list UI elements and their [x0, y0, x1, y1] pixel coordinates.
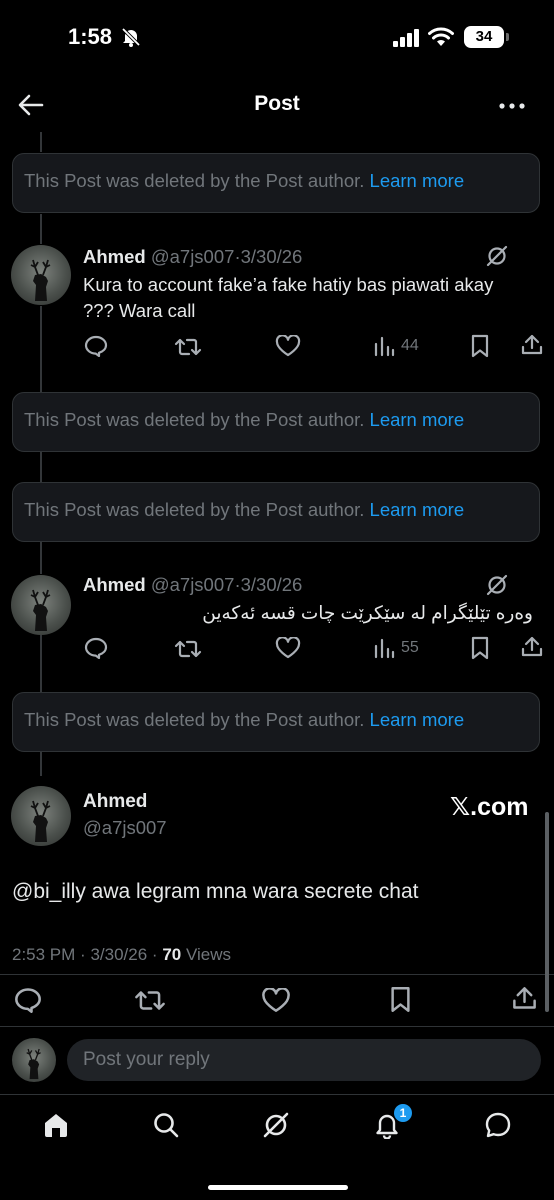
deer-silhouette-icon: [30, 259, 51, 301]
thread-line: [40, 214, 42, 244]
signal-icon: [393, 29, 421, 47]
grok-icon[interactable]: [485, 573, 509, 597]
x-com-watermark: 𝕏.com: [450, 793, 529, 821]
like-icon[interactable]: [261, 988, 291, 1013]
learn-more-link[interactable]: Learn more: [370, 499, 465, 520]
author-handle[interactable]: @a7js007: [151, 246, 235, 267]
reply-placeholder: Post your reply: [83, 1049, 210, 1070]
thread-line: [40, 634, 42, 694]
wifi-icon: [428, 27, 454, 47]
thread-line: [40, 542, 42, 574]
reply-text: وەرە تێلێگرام لە سێکرێت چات قسە ئەکەین: [202, 602, 533, 623]
share-icon[interactable]: [511, 985, 538, 1012]
repost-icon[interactable]: [174, 638, 202, 660]
author-handle[interactable]: @a7js007: [151, 574, 235, 595]
bookmark-icon[interactable]: [470, 636, 490, 660]
reply-input[interactable]: Post your reply: [67, 1039, 541, 1081]
author-name[interactable]: Ahmed: [83, 246, 146, 267]
home-icon[interactable]: [42, 1111, 70, 1139]
deleted-notice-text: This Post was deleted by the Post author…: [24, 499, 365, 520]
notification-badge: 1: [394, 1104, 412, 1122]
more-icon[interactable]: [499, 103, 525, 109]
deleted-post-notice: This Post was deleted by the Post author…: [12, 482, 540, 542]
repost-icon[interactable]: [174, 336, 202, 358]
reply-meta: Ahmed @a7js007·3/30/26: [83, 574, 302, 596]
page-title: Post: [254, 92, 300, 115]
divider: [0, 1026, 554, 1027]
reply-icon[interactable]: [84, 637, 108, 659]
post-meta: 2:53 PM · 3/30/26 · 70 Views: [12, 945, 231, 965]
deleted-notice-text: This Post was deleted by the Post author…: [24, 409, 365, 430]
deer-silhouette-icon: [30, 800, 51, 842]
messages-icon[interactable]: [484, 1111, 512, 1139]
deer-silhouette-icon: [30, 589, 51, 631]
status-time: 1:58: [68, 24, 113, 49]
views-label: Views: [185, 945, 232, 964]
author-name[interactable]: Ahmed: [83, 574, 146, 595]
deleted-notice-text: This Post was deleted by the Post author…: [24, 170, 365, 191]
like-icon[interactable]: [275, 637, 301, 659]
author-handle[interactable]: @a7js007: [83, 817, 167, 839]
grok-icon[interactable]: [485, 244, 509, 268]
battery-indicator: 34: [464, 26, 504, 48]
avatar[interactable]: [11, 245, 71, 305]
deleted-post-notice: This Post was deleted by the Post author…: [12, 153, 540, 213]
bookmark-icon[interactable]: [470, 334, 490, 358]
share-icon[interactable]: [520, 333, 544, 357]
reply-icon[interactable]: [14, 987, 42, 1013]
views-icon[interactable]: [373, 637, 395, 659]
reply-text: Kura to account fake’a fake hatiy bas pi…: [83, 274, 494, 321]
meta-separator: ·: [80, 945, 86, 964]
repost-icon[interactable]: [134, 988, 166, 1013]
views-icon[interactable]: [373, 335, 395, 357]
meta-separator: ·: [151, 945, 158, 964]
bookmark-icon[interactable]: [389, 986, 412, 1013]
bell-slash-icon: [120, 27, 142, 47]
deleted-post-notice: This Post was deleted by the Post author…: [12, 692, 540, 752]
thread-line: [40, 752, 42, 776]
views-count: 55: [401, 639, 419, 656]
learn-more-link[interactable]: Learn more: [370, 409, 465, 430]
divider: [0, 974, 554, 975]
avatar[interactable]: [11, 575, 71, 635]
deleted-post-notice: This Post was deleted by the Post author…: [12, 392, 540, 452]
share-icon[interactable]: [520, 635, 544, 659]
my-avatar[interactable]: [12, 1038, 56, 1082]
thread-line: [40, 132, 42, 152]
learn-more-link[interactable]: Learn more: [370, 709, 465, 730]
thread-line: [40, 452, 42, 482]
home-indicator: [208, 1185, 348, 1190]
avatar[interactable]: [11, 786, 71, 846]
post-text: @bi_illy awa legram mna wara secrete cha…: [12, 880, 419, 903]
like-icon[interactable]: [275, 335, 301, 357]
reply-meta: Ahmed @a7js007·3/30/26: [83, 246, 302, 268]
battery-cap: [506, 33, 509, 41]
learn-more-link[interactable]: Learn more: [370, 170, 465, 191]
post-date: 3/30/26: [240, 574, 303, 595]
thread-line: [40, 306, 42, 392]
views-count: 70: [162, 945, 182, 964]
post-time: 2:53 PM: [12, 945, 76, 964]
divider: [0, 1094, 554, 1095]
post-date: 3/30/26: [240, 246, 303, 267]
search-icon[interactable]: [152, 1111, 180, 1139]
deleted-notice-text: This Post was deleted by the Post author…: [24, 709, 365, 730]
deer-silhouette-icon: [26, 1048, 41, 1080]
views-count: 44: [401, 337, 419, 354]
grok-icon[interactable]: [262, 1111, 290, 1139]
post-date: 3/30/26: [90, 945, 148, 964]
scrollbar[interactable]: [545, 812, 549, 1012]
author-name[interactable]: Ahmed: [83, 791, 147, 813]
reply-icon[interactable]: [84, 335, 108, 357]
